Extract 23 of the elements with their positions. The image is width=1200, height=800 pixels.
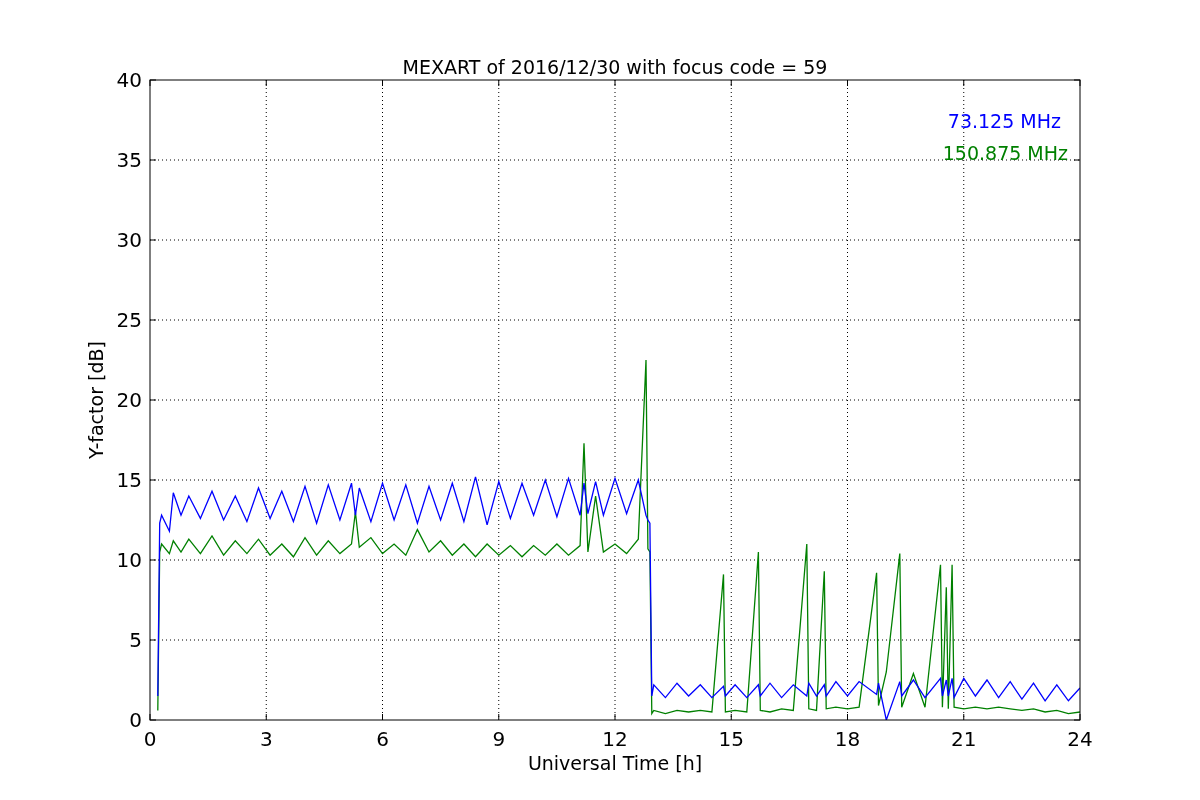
y-axis-label: Y-factor [dB]	[85, 341, 107, 459]
y-tick-label: 40	[116, 68, 142, 92]
x-tick-label: 0	[143, 727, 157, 751]
y-tick-label: 10	[116, 548, 142, 572]
x-tick-label: 6	[376, 727, 389, 751]
x-axis-label: Universal Time [h]	[527, 752, 703, 774]
legend-label: 73.125 MHz	[947, 110, 1061, 132]
y-tick-label: 5	[129, 628, 142, 652]
x-tick-label: 18	[834, 727, 861, 751]
y-tick-label: 30	[116, 228, 142, 252]
y-tick-label: 35	[116, 148, 142, 172]
x-tick-label: 12	[602, 727, 628, 751]
x-tick-label: 15	[718, 727, 744, 751]
x-tick-label: 21	[951, 727, 977, 751]
x-tick-label: 24	[1067, 727, 1093, 751]
y-tick-label: 20	[116, 388, 142, 412]
y-tick-label: 25	[116, 308, 142, 332]
legend-label: 150.875 MHz	[942, 142, 1068, 164]
y-tick-label: 0	[129, 708, 142, 732]
chart-title: MEXART of 2016/12/30 with focus code = 59	[402, 56, 828, 78]
x-tick-label: 3	[259, 727, 273, 751]
x-tick-label: 9	[492, 727, 506, 751]
y-tick-label: 15	[116, 468, 142, 492]
